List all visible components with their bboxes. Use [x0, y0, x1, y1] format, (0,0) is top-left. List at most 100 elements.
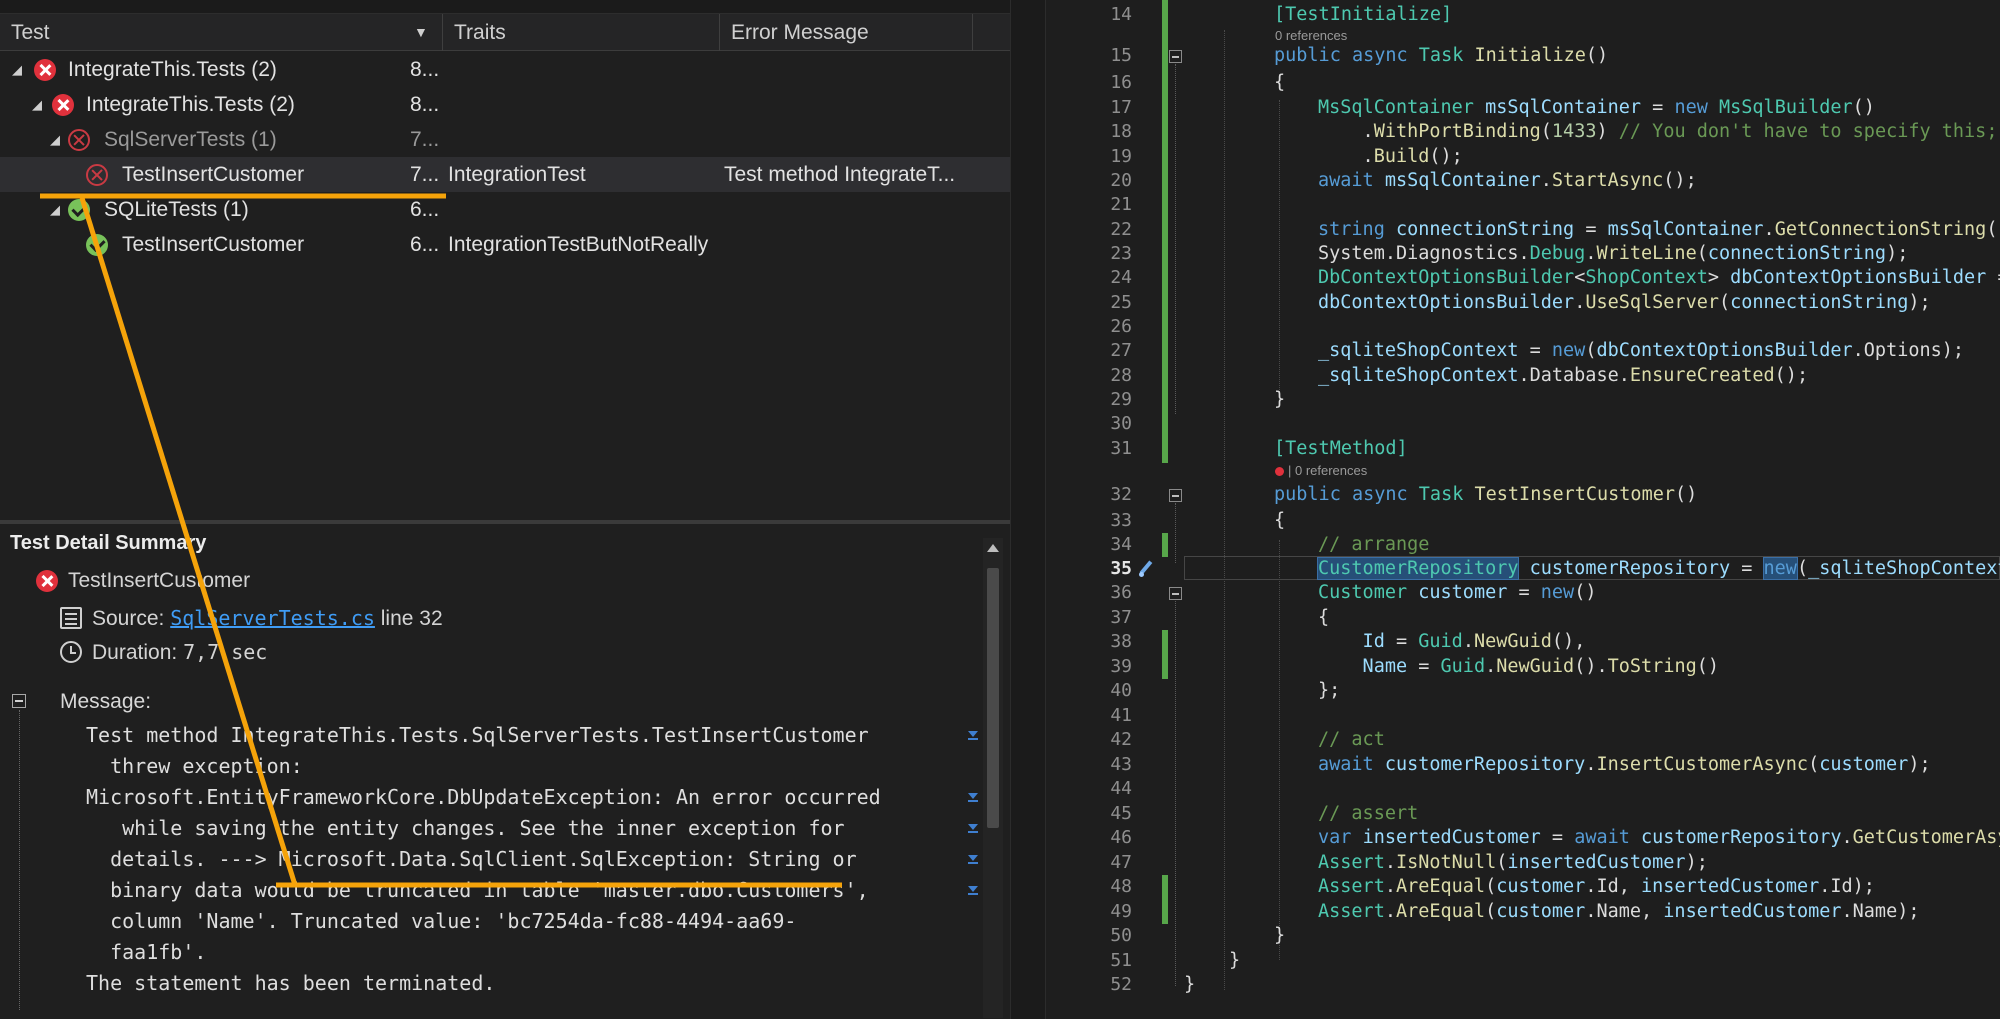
collapse-region-icon[interactable]: [1169, 489, 1182, 502]
code-line-49[interactable]: Assert.AreEqual(customer.Name, insertedC…: [1318, 900, 1919, 924]
line-number: 20: [1110, 170, 1132, 191]
code-line-47[interactable]: Assert.IsNotNull(insertedCustomer);: [1318, 851, 1708, 875]
expand-arrow-icon[interactable]: ◢: [12, 52, 22, 87]
wrap-indicator-icon: [966, 883, 980, 897]
wrap-indicator-icon: [966, 790, 980, 804]
line-number: 34: [1110, 534, 1132, 555]
collapse-region-icon[interactable]: [1169, 50, 1182, 63]
tree-row-duration: 8...: [410, 58, 440, 81]
collapse-region-icon[interactable]: [1169, 587, 1182, 600]
tree-row-duration: 6...: [410, 198, 440, 221]
column-header-error-label: Error Message: [731, 21, 869, 44]
code-line-50[interactable]: }: [1274, 924, 1285, 948]
code-line-25[interactable]: dbContextOptionsBuilder.UseSqlServer(con…: [1318, 291, 1931, 315]
code-line-38[interactable]: Id = Guid.NewGuid(),: [1318, 630, 1586, 654]
code-line-22[interactable]: string connectionString = msSqlContainer…: [1318, 218, 2000, 242]
code-line-52[interactable]: }: [1184, 973, 1195, 997]
code-line-36[interactable]: Customer customer = new(): [1318, 581, 1596, 605]
code-line-17[interactable]: MsSqlContainer msSqlContainer = new MsSq…: [1318, 96, 1875, 120]
code-line-37[interactable]: {: [1318, 606, 1329, 630]
code-line-16[interactable]: {: [1274, 71, 1285, 95]
line-number: 45: [1110, 803, 1132, 824]
code-line-32[interactable]: public async Task TestInsertCustomer(): [1274, 483, 1697, 507]
code-line-33[interactable]: {: [1274, 509, 1285, 533]
indent-guide: [1279, 540, 1280, 960]
source-label: Source:: [92, 607, 165, 630]
message-line: binary data would be truncated in table …: [86, 878, 869, 902]
column-header-test[interactable]: Test: [0, 14, 443, 51]
code-line-19[interactable]: .Build();: [1318, 145, 1463, 169]
tree-row-test-failed[interactable]: TestInsertCustomer 7... IntegrationTest …: [0, 157, 1010, 192]
tree-row-class-sqlserver[interactable]: ◢ SqlServerTests (1) 7...: [0, 122, 1010, 157]
code-line-28[interactable]: _sqliteShopContext.Database.EnsureCreate…: [1318, 364, 1808, 388]
line-number: 48: [1110, 876, 1132, 897]
line-number: 33: [1110, 510, 1132, 531]
message-line: The statement has been terminated.: [86, 971, 496, 995]
code-line-29[interactable]: }: [1274, 388, 1285, 412]
message-line: while saving the entity changes. See the…: [86, 816, 845, 840]
code-line-27[interactable]: _sqliteShopContext = new(dbContextOption…: [1318, 339, 1964, 363]
code-line-39[interactable]: Name = Guid.NewGuid().ToString(): [1318, 655, 1719, 679]
tree-row-traits: IntegrationTestButNotReally: [448, 233, 709, 256]
detail-scrollbar[interactable]: [983, 538, 1003, 1018]
line-number: 44: [1110, 778, 1132, 799]
line-number: 26: [1110, 316, 1132, 337]
column-header-error[interactable]: Error Message: [720, 14, 973, 51]
indent-guide: [1279, 100, 1280, 400]
code-line-20[interactable]: await msSqlContainer.StartAsync();: [1318, 169, 1697, 193]
line-number: 27: [1110, 340, 1132, 361]
line-number: 19: [1110, 146, 1132, 167]
sort-descending-icon[interactable]: ▼: [414, 14, 428, 51]
expand-arrow-icon[interactable]: ◢: [32, 87, 42, 122]
expand-arrow-icon[interactable]: ◢: [50, 192, 60, 227]
line-number: 37: [1110, 607, 1132, 628]
code-line-24[interactable]: DbContextOptionsBuilder<ShopContext> dbC…: [1318, 266, 2000, 290]
code-line-18[interactable]: .WithPortBinding(1433) // You don't have…: [1318, 120, 1998, 144]
edit-pencil-icon[interactable]: [1135, 559, 1155, 579]
code-line-15[interactable]: public async Task Initialize(): [1274, 44, 1608, 68]
code-line-23[interactable]: System.Diagnostics.Debug.WriteLine(conne…: [1318, 242, 1908, 266]
source-line: line 32: [380, 607, 443, 630]
pane-divider[interactable]: [1010, 0, 1046, 1019]
code-line-42[interactable]: // act: [1318, 728, 1385, 752]
line-number: 25: [1110, 292, 1132, 313]
code-line-34[interactable]: // arrange: [1318, 533, 1429, 557]
scroll-up-arrow-icon[interactable]: [987, 544, 999, 552]
code-line-51[interactable]: }: [1229, 949, 1240, 973]
code-editor[interactable]: 14 15 16 17 18 19 20 21 22 23 24 25 26 2…: [1046, 0, 2000, 1019]
tree-row-test-passed[interactable]: TestInsertCustomer 6... IntegrationTestB…: [0, 227, 1010, 262]
line-number: 39: [1110, 656, 1132, 677]
tree-row-namespace[interactable]: ◢ IntegrateThis.Tests (2) 8...: [0, 87, 1010, 122]
tree-row-name: IntegrateThis.Tests (2): [86, 93, 295, 116]
tree-row-project[interactable]: ◢ IntegrateThis.Tests (2) 8...: [0, 52, 1010, 87]
code-line-45[interactable]: // assert: [1318, 802, 1418, 826]
code-line-46[interactable]: var insertedCustomer = await customerRep…: [1318, 826, 2000, 850]
line-number: 51: [1110, 950, 1132, 971]
tree-row-name: TestInsertCustomer: [122, 233, 305, 256]
code-line-43[interactable]: await customerRepository.InsertCustomerA…: [1318, 753, 1931, 777]
passed-icon: [86, 234, 108, 256]
line-number: 28: [1110, 365, 1132, 386]
codelens-test-status[interactable]: | 0 references: [1275, 463, 1367, 479]
code-line-14[interactable]: [TestInitialize]: [1274, 3, 1452, 27]
line-number: 15: [1110, 45, 1132, 66]
code-line-48[interactable]: Assert.AreEqual(customer.Id, insertedCus…: [1318, 875, 1875, 899]
duration-label: Duration:: [92, 641, 178, 664]
codelens-references[interactable]: 0 references: [1275, 28, 1347, 44]
tree-row-duration: 8...: [410, 93, 440, 116]
column-header-test-label: Test: [11, 21, 50, 44]
source-file-link[interactable]: SqlServerTests.cs: [170, 606, 375, 630]
code-line-31[interactable]: [TestMethod]: [1274, 437, 1408, 461]
expand-arrow-icon[interactable]: ◢: [50, 122, 60, 157]
toolbar-strip: [0, 0, 1010, 14]
tree-row-name: IntegrateThis.Tests (2): [68, 58, 277, 81]
failed-icon: [86, 164, 108, 186]
column-header-traits[interactable]: Traits: [443, 14, 720, 51]
scrollbar-thumb[interactable]: [987, 568, 999, 828]
line-number: 16: [1110, 72, 1132, 93]
tree-row-class-sqlite[interactable]: ◢ SQLiteTests (1) 6...: [0, 192, 1010, 227]
code-line-40[interactable]: };: [1318, 679, 1340, 703]
code-line-35[interactable]: CustomerRepository customerRepository = …: [1316, 557, 2000, 581]
column-header-traits-label: Traits: [454, 21, 506, 44]
collapse-message-icon[interactable]: [12, 694, 26, 708]
